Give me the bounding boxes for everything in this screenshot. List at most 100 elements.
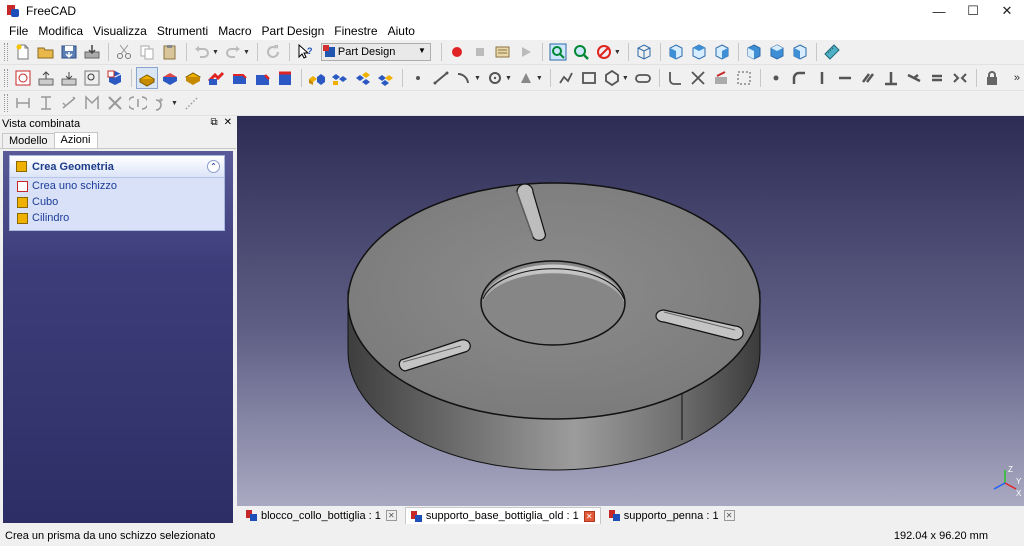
whats-this-icon[interactable]: ? [294,41,316,63]
toolbar-grip[interactable] [4,94,8,112]
chevron-down-icon[interactable]: ▼ [622,75,629,82]
constraint-tangent-icon[interactable] [903,67,925,89]
fit-all-icon[interactable] [547,41,569,63]
close-tab-icon[interactable]: ✕ [583,510,595,522]
pad-icon[interactable] [136,67,158,89]
task-item-cylinder[interactable]: Cilindro [10,210,224,226]
toolbar-grip[interactable] [4,43,8,61]
export-button[interactable] [81,41,103,63]
isometric-view-icon[interactable] [633,41,655,63]
task-box-header[interactable]: Crea Geometria ⌃ [10,156,224,178]
constraint-distance-y-icon[interactable] [35,92,57,114]
sketch-rectangle-icon[interactable] [578,67,600,89]
validate-sketch-icon[interactable] [104,67,126,89]
sketch-line-icon[interactable] [430,67,452,89]
constraint-distance-x-icon[interactable] [12,92,34,114]
chevron-down-icon[interactable]: ▼ [536,75,543,82]
front-view-icon[interactable] [665,41,687,63]
copy-icon[interactable] [136,41,158,63]
constraint-parallel-icon[interactable] [857,67,879,89]
constraint-grid-icon[interactable] [181,92,203,114]
constraint-distance-icon[interactable] [58,92,80,114]
task-item-create-sketch[interactable]: Crea uno schizzo [10,178,224,194]
float-panel-icon[interactable]: ⧉ [210,117,217,128]
stop-macro-icon[interactable] [469,41,491,63]
linear-pattern-icon[interactable] [329,67,351,89]
menu-help[interactable]: Aiuto [383,22,420,40]
menu-windows[interactable]: Finestre [329,22,382,40]
constraint-horizontal-icon[interactable] [834,67,856,89]
right-view-icon[interactable] [711,41,733,63]
chamfer-icon[interactable] [251,67,273,89]
edit-macro-icon[interactable] [492,41,514,63]
menu-macro[interactable]: Macro [213,22,256,40]
menu-view[interactable]: Visualizza [88,22,152,40]
doc-tab-supporto-penna[interactable]: supporto_penna : 1 ✕ [604,507,740,524]
fillet-icon[interactable] [228,67,250,89]
sketch-point-icon[interactable] [407,67,429,89]
menu-file[interactable]: File [4,22,33,40]
left-view-icon[interactable] [789,41,811,63]
doc-tab-supporto-base[interactable]: supporto_base_bottiglia_old : 1 ✕ [404,507,601,524]
chevron-down-icon[interactable]: ▼ [614,49,621,56]
task-item-cube[interactable]: Cubo [10,194,224,210]
map-sketch-icon[interactable] [81,67,103,89]
menu-tools[interactable]: Strumenti [152,22,213,40]
tab-tasks[interactable]: Azioni [53,132,98,148]
rear-view-icon[interactable] [743,41,765,63]
collapse-icon[interactable]: ⌃ [207,160,220,173]
save-button[interactable] [58,41,80,63]
multi-transform-icon[interactable] [375,67,397,89]
constraint-symmetric-icon[interactable] [949,67,971,89]
measure-distance-icon[interactable] [821,41,843,63]
paste-icon[interactable] [159,41,181,63]
refresh-icon[interactable] [262,41,284,63]
constraint-angle-icon[interactable] [104,92,126,114]
sketch-polygon-icon[interactable] [601,67,623,89]
fit-selection-icon[interactable] [570,41,592,63]
minimize-button[interactable]: — [922,0,956,22]
menu-edit[interactable]: Modifica [33,22,88,40]
constraint-perpendicular-icon[interactable] [880,67,902,89]
constraint-lock-icon[interactable] [981,67,1003,89]
chevron-down-icon[interactable]: ▼ [212,49,219,56]
groove-icon[interactable] [205,67,227,89]
close-panel-icon[interactable]: ✕ [224,117,232,128]
close-tab-icon[interactable]: ✕ [385,510,397,521]
sketch-construction-icon[interactable] [733,67,755,89]
redo-icon[interactable] [222,41,244,63]
close-button[interactable]: ✕ [990,0,1024,22]
sketch-circle-icon[interactable] [484,67,506,89]
toolbar-overflow-icon[interactable]: » [1014,72,1020,84]
leave-sketch-icon[interactable] [35,67,57,89]
revolution-icon[interactable] [182,67,204,89]
maximize-button[interactable]: ☐ [956,0,990,22]
3d-viewport[interactable]: Z Y X [237,116,1024,506]
bottom-view-icon[interactable] [766,41,788,63]
sketch-slot-icon[interactable] [632,67,654,89]
view-sketch-icon[interactable] [58,67,80,89]
draw-style-icon[interactable] [593,41,615,63]
chevron-down-icon[interactable]: ▼ [505,75,512,82]
toolbar-grip[interactable] [4,69,8,87]
sketch-external-icon[interactable] [710,67,732,89]
constraint-radius-icon[interactable] [81,92,103,114]
sketch-trim-icon[interactable] [687,67,709,89]
chevron-down-icon[interactable]: ▼ [474,75,481,82]
close-tab-icon[interactable]: ✕ [723,510,735,521]
workbench-selector[interactable]: Part Design ▼ [320,43,431,61]
new-sketch-icon[interactable] [12,67,34,89]
open-document-button[interactable] [35,41,57,63]
record-macro-icon[interactable] [446,41,468,63]
mirrored-icon[interactable] [306,67,328,89]
tab-model[interactable]: Modello [2,133,55,148]
cut-icon[interactable] [113,41,135,63]
sketch-conic-icon[interactable] [515,67,537,89]
sketch-fillet-icon[interactable] [664,67,686,89]
menu-part-design[interactable]: Part Design [257,22,330,40]
constraint-equal-icon[interactable] [926,67,948,89]
constraint-snell-icon[interactable] [127,92,149,114]
chevron-down-icon[interactable]: ▼ [243,49,250,56]
undo-icon[interactable] [191,41,213,63]
top-view-icon[interactable] [688,41,710,63]
